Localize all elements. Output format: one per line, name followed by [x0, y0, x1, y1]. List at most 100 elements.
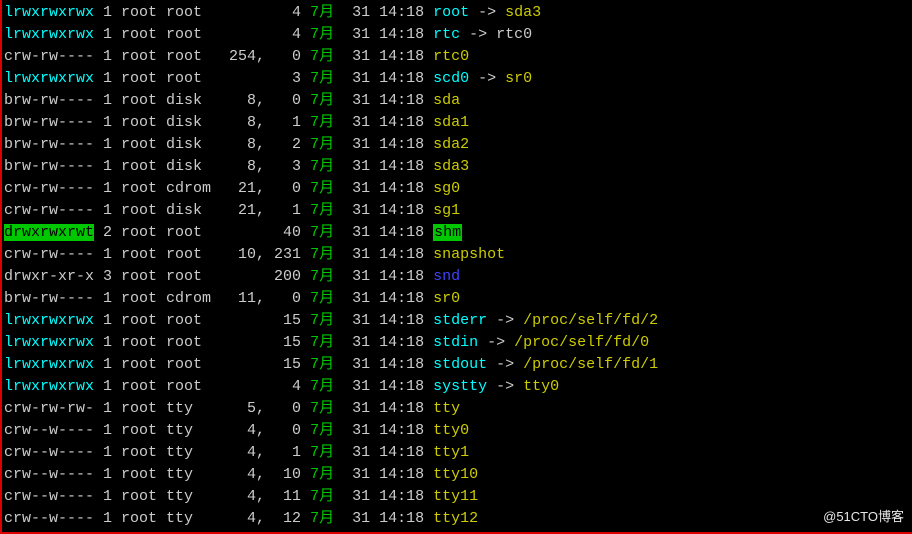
file-name: scd0 — [433, 70, 469, 87]
permissions: brw-rw---- — [4, 92, 94, 109]
month: 7月 — [310, 378, 334, 395]
month: 7月 — [310, 290, 334, 307]
file-name: rtc — [433, 26, 460, 43]
permissions: crw-rw---- — [4, 202, 94, 219]
date-time: 31 14:18 — [334, 224, 433, 241]
date-time: 31 14:18 — [334, 466, 433, 483]
list-row: crw--w---- 1 root tty 4, 11 7月 31 14:18 … — [4, 486, 912, 508]
permissions: crw-rw-rw- — [4, 400, 94, 417]
file-name: snd — [433, 268, 460, 285]
file-name: tty12 — [433, 510, 478, 527]
symlink-arrow: -> — [487, 312, 523, 329]
month: 7月 — [310, 180, 334, 197]
month: 7月 — [310, 466, 334, 483]
date-time: 31 14:18 — [334, 510, 433, 527]
permissions: lrwxrwxrwx — [4, 312, 94, 329]
file-name: stderr — [433, 312, 487, 329]
permissions: crw--w---- — [4, 466, 94, 483]
file-name: sda2 — [433, 136, 469, 153]
file-meta: 1 root root 3 — [94, 70, 310, 87]
month: 7月 — [310, 202, 334, 219]
month: 7月 — [310, 246, 334, 263]
date-time: 31 14:18 — [334, 136, 433, 153]
file-meta: 2 root root 40 — [94, 224, 310, 241]
file-name: sda — [433, 92, 460, 109]
file-name: root — [433, 4, 469, 21]
month: 7月 — [310, 4, 334, 21]
month: 7月 — [310, 400, 334, 417]
list-row: crw-rw-rw- 1 root tty 5, 0 7月 31 14:18 t… — [4, 398, 912, 420]
permissions: crw--w---- — [4, 510, 94, 527]
date-time: 31 14:18 — [334, 48, 433, 65]
date-time: 31 14:18 — [334, 4, 433, 21]
symlink-target: sr0 — [505, 70, 532, 87]
list-row: crw--w---- 1 root tty 4, 12 7月 31 14:18 … — [4, 508, 912, 530]
watermark: @51CTO博客 — [823, 506, 904, 528]
file-meta: 1 root root 254, 0 — [94, 48, 310, 65]
list-row: crw--w---- 1 root tty 4, 1 7月 31 14:18 t… — [4, 442, 912, 464]
month: 7月 — [310, 48, 334, 65]
terminal-output[interactable]: lrwxrwxrwx 1 root root 4 7月 31 14:18 roo… — [0, 0, 912, 534]
permissions: crw-rw---- — [4, 180, 94, 197]
symlink-arrow: -> — [460, 26, 496, 43]
permissions: brw-rw---- — [4, 158, 94, 175]
date-time: 31 14:18 — [334, 114, 433, 131]
symlink-target: rtc0 — [496, 26, 532, 43]
permissions: crw--w---- — [4, 444, 94, 461]
date-time: 31 14:18 — [334, 26, 433, 43]
month: 7月 — [310, 356, 334, 373]
file-meta: 1 root disk 8, 3 — [94, 158, 310, 175]
list-row: drwxr-xr-x 3 root root 200 7月 31 14:18 s… — [4, 266, 912, 288]
month: 7月 — [310, 488, 334, 505]
file-name: stdout — [433, 356, 487, 373]
file-name: tty0 — [433, 422, 469, 439]
symlink-target: /proc/self/fd/2 — [523, 312, 658, 329]
date-time: 31 14:18 — [334, 268, 433, 285]
permissions: crw-rw---- — [4, 246, 94, 263]
file-name: sg0 — [433, 180, 460, 197]
month: 7月 — [310, 136, 334, 153]
month: 7月 — [310, 510, 334, 527]
month: 7月 — [310, 422, 334, 439]
month: 7月 — [310, 334, 334, 351]
file-meta: 1 root root 15 — [94, 312, 310, 329]
file-name: tty10 — [433, 466, 478, 483]
symlink-arrow: -> — [487, 378, 523, 395]
date-time: 31 14:18 — [334, 180, 433, 197]
list-row: crw-rw---- 1 root cdrom 21, 0 7月 31 14:1… — [4, 178, 912, 200]
list-row: brw-rw---- 1 root cdrom 11, 0 7月 31 14:1… — [4, 288, 912, 310]
file-meta: 1 root cdrom 11, 0 — [94, 290, 310, 307]
file-meta: 1 root tty 4, 1 — [94, 444, 310, 461]
file-name: snapshot — [433, 246, 505, 263]
file-name: tty1 — [433, 444, 469, 461]
permissions: lrwxrwxrwx — [4, 70, 94, 87]
permissions: lrwxrwxrwx — [4, 356, 94, 373]
file-meta: 1 root root 10, 231 — [94, 246, 310, 263]
file-meta: 1 root root 15 — [94, 356, 310, 373]
permissions: drwxrwxrwt — [4, 224, 94, 241]
permissions: lrwxrwxrwx — [4, 378, 94, 395]
file-meta: 1 root cdrom 21, 0 — [94, 180, 310, 197]
date-time: 31 14:18 — [334, 488, 433, 505]
file-meta: 1 root tty 4, 0 — [94, 422, 310, 439]
date-time: 31 14:18 — [334, 444, 433, 461]
permissions: brw-rw---- — [4, 114, 94, 131]
list-row: lrwxrwxrwx 1 root root 15 7月 31 14:18 st… — [4, 354, 912, 376]
date-time: 31 14:18 — [334, 70, 433, 87]
month: 7月 — [310, 92, 334, 109]
date-time: 31 14:18 — [334, 202, 433, 219]
date-time: 31 14:18 — [334, 334, 433, 351]
file-meta: 1 root tty 5, 0 — [94, 400, 310, 417]
permissions: lrwxrwxrwx — [4, 4, 94, 21]
date-time: 31 14:18 — [334, 158, 433, 175]
file-name: shm — [433, 224, 462, 241]
permissions: crw-rw---- — [4, 48, 94, 65]
file-name: rtc0 — [433, 48, 469, 65]
month: 7月 — [310, 26, 334, 43]
file-meta: 1 root disk 21, 1 — [94, 202, 310, 219]
file-meta: 3 root root 200 — [94, 268, 310, 285]
file-name: sr0 — [433, 290, 460, 307]
list-row: crw-rw---- 1 root root 10, 231 7月 31 14:… — [4, 244, 912, 266]
permissions: lrwxrwxrwx — [4, 26, 94, 43]
symlink-arrow: -> — [487, 356, 523, 373]
